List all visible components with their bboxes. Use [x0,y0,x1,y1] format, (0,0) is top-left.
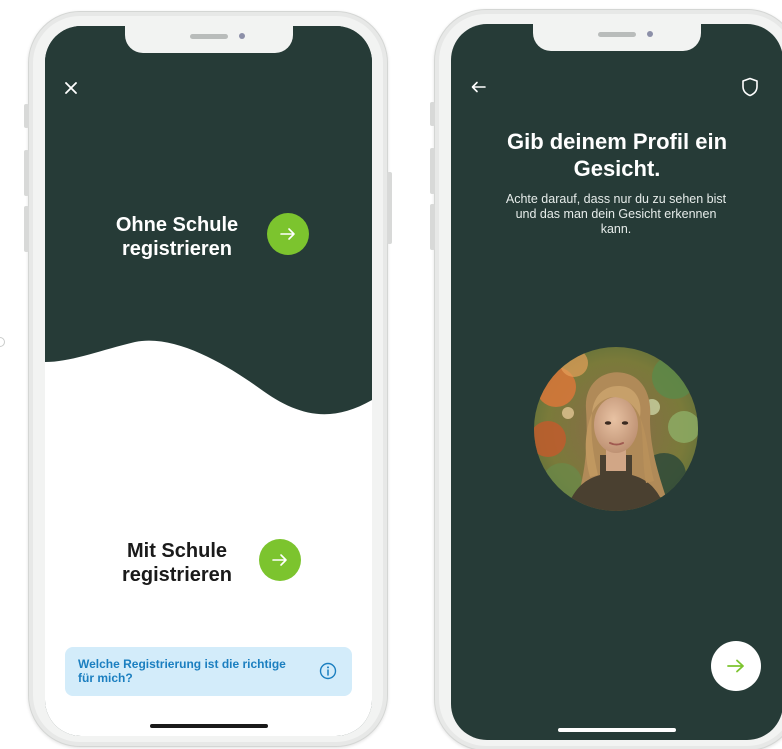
left-screen: Ohne Schule registrieren Mit Schule regi… [45,26,372,736]
volume-up-button [24,150,29,196]
with-school-title[interactable]: Mit Schule registrieren [97,539,257,587]
with-school-arrow-button[interactable] [259,539,301,581]
arrow-right-icon [727,659,744,673]
back-button[interactable] [467,76,489,98]
volume-up-button [430,148,435,194]
volume-down-button [430,204,435,250]
speaker-grille [189,34,228,39]
front-camera [238,33,245,39]
without-school-title-line1: Ohne Schule [115,214,239,236]
page-subtitle-line1: Achte darauf, dass nur du zu sehen bist [505,192,727,206]
page-title-line2: Gesicht. [573,156,661,181]
page-title: Gib deinem Profil ein Gesicht. [451,128,782,182]
close-button[interactable] [61,78,81,98]
with-school-title-line1: Mit Schule [126,540,227,562]
arrow-right-icon [280,228,295,240]
home-indicator[interactable] [149,724,268,728]
shield-icon [742,77,758,97]
mute-switch [430,102,435,126]
wave-background [45,26,372,736]
page-subtitle-line2: und das man dein Gesicht erkennen [515,207,717,221]
page-subtitle-line3: kann. [600,222,632,236]
arrow-left-icon [471,81,486,93]
power-button [387,172,392,244]
page-subtitle: Achte darauf, dass nur du zu sehen bist … [475,192,757,237]
right-phone-frame: Gib deinem Profil ein Gesicht. Achte dar… [430,9,782,749]
mute-switch [24,104,29,128]
arrow-right-icon [272,554,287,566]
speaker-grille [598,32,636,37]
profile-photo[interactable] [534,347,698,511]
close-icon [65,82,77,94]
right-screen: Gib deinem Profil ein Gesicht. Achte dar… [451,24,782,740]
home-indicator[interactable] [558,728,676,732]
notch [533,24,701,51]
front-camera [647,31,653,37]
help-banner-text: Welche Registrierung ist die richtige fü… [78,657,286,685]
without-school-arrow-button[interactable] [267,213,309,255]
background-dot [0,337,5,347]
registration-help-banner[interactable]: Welche Registrierung ist die richtige fü… [65,647,352,696]
privacy-button[interactable] [738,75,762,99]
with-school-title-line2: registrieren [121,564,233,586]
left-phone-frame: Ohne Schule registrieren Mit Schule regi… [24,11,392,747]
notch [124,26,293,53]
without-school-title-line2: registrieren [121,238,233,260]
page-title-line1: Gib deinem Profil ein [506,129,728,154]
without-school-title[interactable]: Ohne Schule registrieren [97,213,257,261]
next-button[interactable] [711,641,761,691]
info-icon [319,662,337,680]
profile-photo-image [534,347,698,511]
volume-down-button [24,206,29,252]
